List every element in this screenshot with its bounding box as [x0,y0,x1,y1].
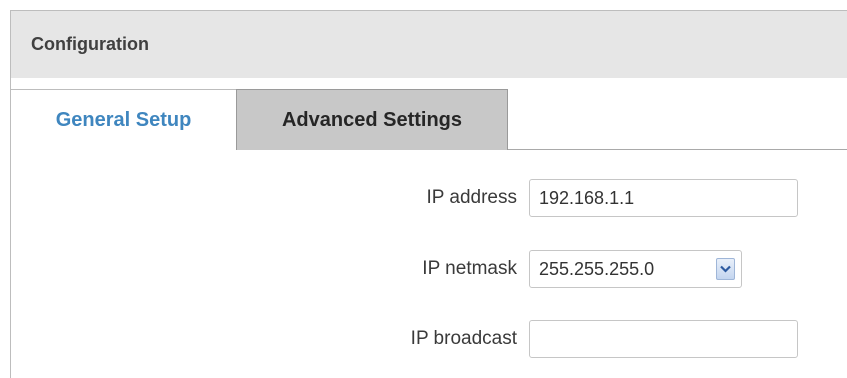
tab-bar: General Setup Advanced Settings [11,89,847,151]
ip-broadcast-row: IP broadcast [11,320,847,360]
tab-advanced-settings[interactable]: Advanced Settings [236,89,508,150]
panel-title: Configuration [31,34,149,54]
ip-netmask-select[interactable]: 255.255.255.0 [529,250,742,288]
ip-broadcast-input[interactable] [529,320,798,358]
ip-broadcast-label: IP broadcast [410,328,517,349]
ip-address-input[interactable] [529,179,798,217]
configuration-panel: Configuration General Setup Advanced Set… [10,10,847,378]
tab-general-setup[interactable]: General Setup [11,89,236,151]
ip-address-label: IP address [426,187,517,208]
ip-netmask-selected-value: 255.255.255.0 [539,259,655,279]
panel-header: Configuration [11,11,847,78]
chevron-down-icon[interactable] [716,258,735,280]
ip-netmask-row: IP netmask 255.255.255.0 [11,250,847,290]
ip-netmask-label: IP netmask [422,258,517,279]
ip-address-row: IP address [11,179,847,219]
